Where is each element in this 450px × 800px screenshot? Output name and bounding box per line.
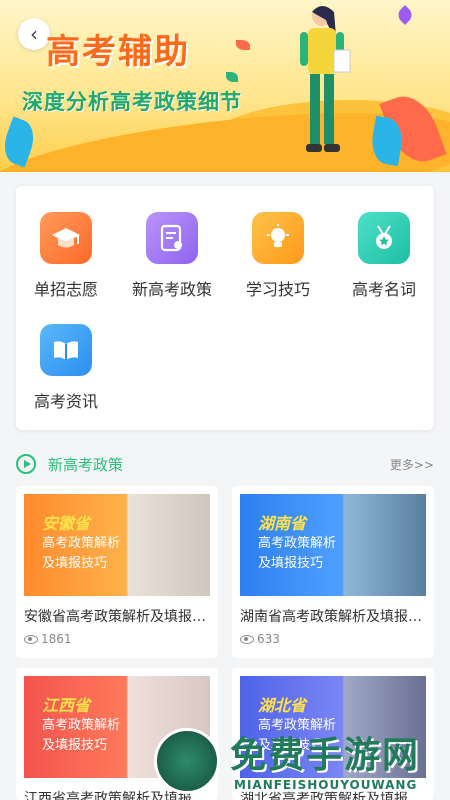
more-link[interactable]: 更多>> [390,456,434,473]
student-illustration [300,6,351,152]
book-icon [40,324,92,376]
menu-item-label: 学习技巧 [245,280,310,299]
play-circle-icon [16,454,36,474]
watermark-subtext: MIANFEISHOUYOUWANG [234,778,418,792]
thumb-province: 江西省 [42,696,91,715]
quick-menu-card: 单招志愿 新高考政策 学习技巧 高考名词 高考资讯 [16,186,434,430]
banner-subtitle: 深度分析高考政策细节 [22,90,242,114]
news-thumbnail: 安徽省 高考政策解析 及填报技巧 [24,494,210,596]
view-count: 633 [240,632,426,646]
header-banner: ‹ 高考辅助 深度分析高考政策细节 [0,0,450,172]
menu-item-label: 新高考政策 [131,280,212,299]
thumb-caption: 高考政策解析 及填报技巧 [42,536,121,571]
menu-item-exam-news[interactable]: 高考资讯 [16,324,116,412]
menu-item-new-policy[interactable]: 新高考政策 [122,212,222,300]
document-icon [146,212,198,264]
thumb-province: 湖北省 [258,696,307,715]
view-count: 1861 [24,632,210,646]
chevron-left-icon: ‹ [30,22,38,46]
thumb-caption: 高考政策解析 及填报技巧 [42,718,121,753]
watermark-text: 免费手游网 [230,735,421,776]
watermark-logo-icon [154,728,220,794]
lightbulb-icon [252,212,304,264]
graduation-cap-icon [40,212,92,264]
banner-title: 高考辅助 [46,32,190,72]
eye-icon [240,634,254,644]
menu-item-label: 高考资讯 [33,392,98,411]
news-thumbnail: 湖南省 高考政策解析 及填报技巧 [240,494,426,596]
section-title: 新高考政策 [48,456,124,474]
menu-item-single-enrollment[interactable]: 单招志愿 [16,212,116,300]
menu-item-study-tips[interactable]: 学习技巧 [228,212,328,300]
news-card[interactable]: 湖南省 高考政策解析 及填报技巧 湖南省高考政策解析及填报技巧 633 [232,486,434,658]
menu-item-exam-terms[interactable]: 高考名词 [334,212,434,300]
section-header: 新高考政策 更多>> [16,452,434,476]
thumb-province: 湖南省 [258,514,307,533]
menu-item-label: 高考名词 [351,280,416,299]
news-card[interactable]: 安徽省 高考政策解析 及填报技巧 安徽省高考政策解析及填报技巧 1861 [16,486,218,658]
medal-icon [358,212,410,264]
news-title: 安徽省高考政策解析及填报技巧 [24,609,210,625]
news-title: 湖南省高考政策解析及填报技巧 [240,609,426,625]
site-watermark: 免费手游网 MIANFEISHOUYOUWANG [152,726,450,800]
eye-icon [24,634,38,644]
menu-item-label: 单招志愿 [33,280,98,299]
thumb-caption: 高考政策解析 及填报技巧 [258,536,337,571]
thumb-province: 安徽省 [42,514,91,533]
